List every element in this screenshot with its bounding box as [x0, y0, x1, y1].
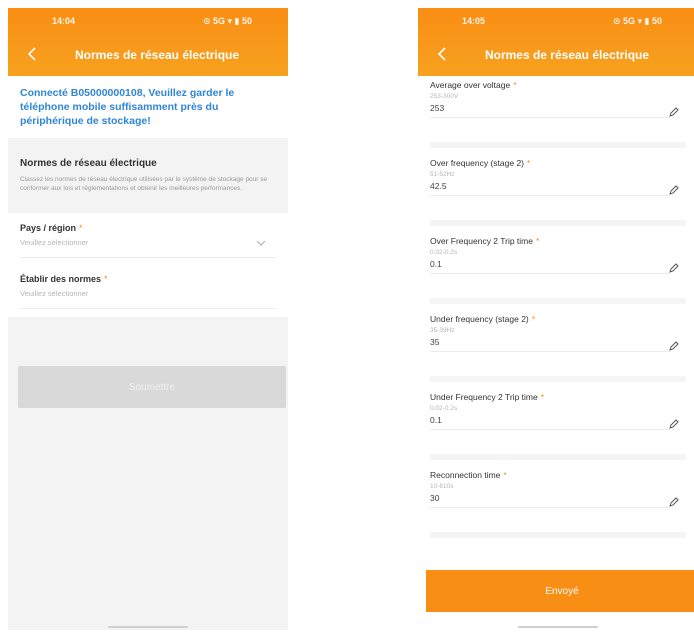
param-over-frequency-stage2: Over frequency (stage 2) * 51-52Hz 42.5: [430, 148, 686, 226]
param-range: 35-39Hz: [430, 327, 455, 334]
param-over-frequency-2-trip-time: Over Frequency 2 Trip time * 0.02-0.2s 0.…: [430, 226, 686, 304]
section-info: Normes de réseau électrique Classez les …: [8, 148, 288, 207]
param-label: Over frequency (stage 2) *: [430, 158, 531, 168]
chevron-left-icon[interactable]: [22, 44, 42, 64]
param-value-input[interactable]: 0.1: [430, 415, 670, 430]
param-label: Over Frequency 2 Trip time *: [430, 236, 540, 246]
pencil-icon[interactable]: [668, 184, 680, 196]
content-area: [8, 317, 288, 630]
status-bar: 14:05 ⊙ 5G ▾ ▮ 50: [418, 8, 694, 34]
pencil-icon[interactable]: [668, 418, 680, 430]
param-label: Reconnection time *: [430, 470, 507, 480]
param-label: Under Frequency 2 Trip time *: [430, 392, 545, 402]
save-button[interactable]: Envoyé: [426, 570, 694, 612]
standard-label: Établir des normes *: [20, 274, 108, 284]
param-value-input[interactable]: 30: [430, 493, 670, 508]
section-title: Normes de réseau électrique: [20, 158, 157, 169]
standard-placeholder: Veuillez sélectionner: [20, 289, 276, 309]
param-reconnection-time: Reconnection time * 10-610s 30: [430, 460, 686, 538]
app-header: 14:05 ⊙ 5G ▾ ▮ 50 Normes de réseau élect…: [418, 8, 694, 76]
nav-bar: Normes de réseau électrique: [418, 34, 694, 76]
chevron-down-icon: [256, 239, 266, 249]
status-icons: ⊙ 5G ▾ ▮ 50: [202, 15, 252, 26]
nav-bar: Normes de réseau électrique: [8, 34, 288, 76]
param-label: Under frequency (stage 2) *: [430, 314, 536, 324]
pencil-icon[interactable]: [668, 262, 680, 274]
param-average-over-voltage: Average over voltage * 253-300V 253: [430, 78, 686, 148]
home-indicator: [108, 626, 188, 628]
status-time: 14:05: [462, 16, 486, 26]
param-range: 0.02-0.2s: [430, 405, 458, 412]
page-title: Normes de réseau électrique: [74, 48, 240, 62]
country-label: Pays / région *: [20, 223, 83, 233]
status-bar: 14:04 ⊙ 5G ▾ ▮ 50: [8, 8, 288, 34]
status-time: 14:04: [52, 16, 76, 26]
param-label: Average over voltage *: [430, 80, 517, 90]
country-select[interactable]: Pays / région * Veuillez sélectionner: [8, 213, 288, 258]
chevron-left-icon[interactable]: [432, 44, 452, 64]
app-header: 14:04 ⊙ 5G ▾ ▮ 50 Normes de réseau élect…: [8, 8, 288, 76]
param-range: 253-300V: [430, 93, 459, 100]
divider: [8, 138, 288, 148]
phone-screen-right: 14:05 ⊙ 5G ▾ ▮ 50 Normes de réseau élect…: [418, 8, 694, 630]
pencil-icon[interactable]: [668, 106, 680, 118]
param-range: 0.02-0.2s: [430, 249, 458, 256]
param-value-input[interactable]: 35: [430, 337, 670, 352]
parameter-list: Average over voltage * 253-300V 253 Over …: [418, 76, 694, 538]
section-description: Classez les normes de réseau électrique …: [20, 176, 268, 192]
standard-select[interactable]: Établir des normes * Veuillez sélectionne…: [8, 264, 288, 309]
phone-screen-left: 14:04 ⊙ 5G ▾ ▮ 50 Normes de réseau élect…: [8, 8, 288, 630]
param-value-input[interactable]: 42.5: [430, 181, 670, 196]
param-under-frequency-stage2: Under frequency (stage 2) * 35-39Hz 35: [430, 304, 686, 382]
country-placeholder: Veuillez sélectionner: [20, 238, 276, 258]
param-range: 51-52Hz: [430, 171, 455, 178]
param-value-input[interactable]: 253: [430, 103, 670, 118]
param-value-input[interactable]: 0.1: [430, 259, 670, 274]
param-under-frequency-2-trip-time: Under Frequency 2 Trip time * 0.02-0.2s 0…: [430, 382, 686, 460]
submit-button[interactable]: Soumettre: [18, 366, 286, 408]
connection-notice: Connecté B05000000108, Veuillez garder l…: [8, 76, 288, 138]
page-title: Normes de réseau électrique: [484, 48, 650, 62]
pencil-icon[interactable]: [668, 496, 680, 508]
pencil-icon[interactable]: [668, 340, 680, 352]
status-icons: ⊙ 5G ▾ ▮ 50: [612, 15, 662, 26]
param-range: 10-610s: [430, 483, 454, 490]
home-indicator: [518, 626, 598, 628]
